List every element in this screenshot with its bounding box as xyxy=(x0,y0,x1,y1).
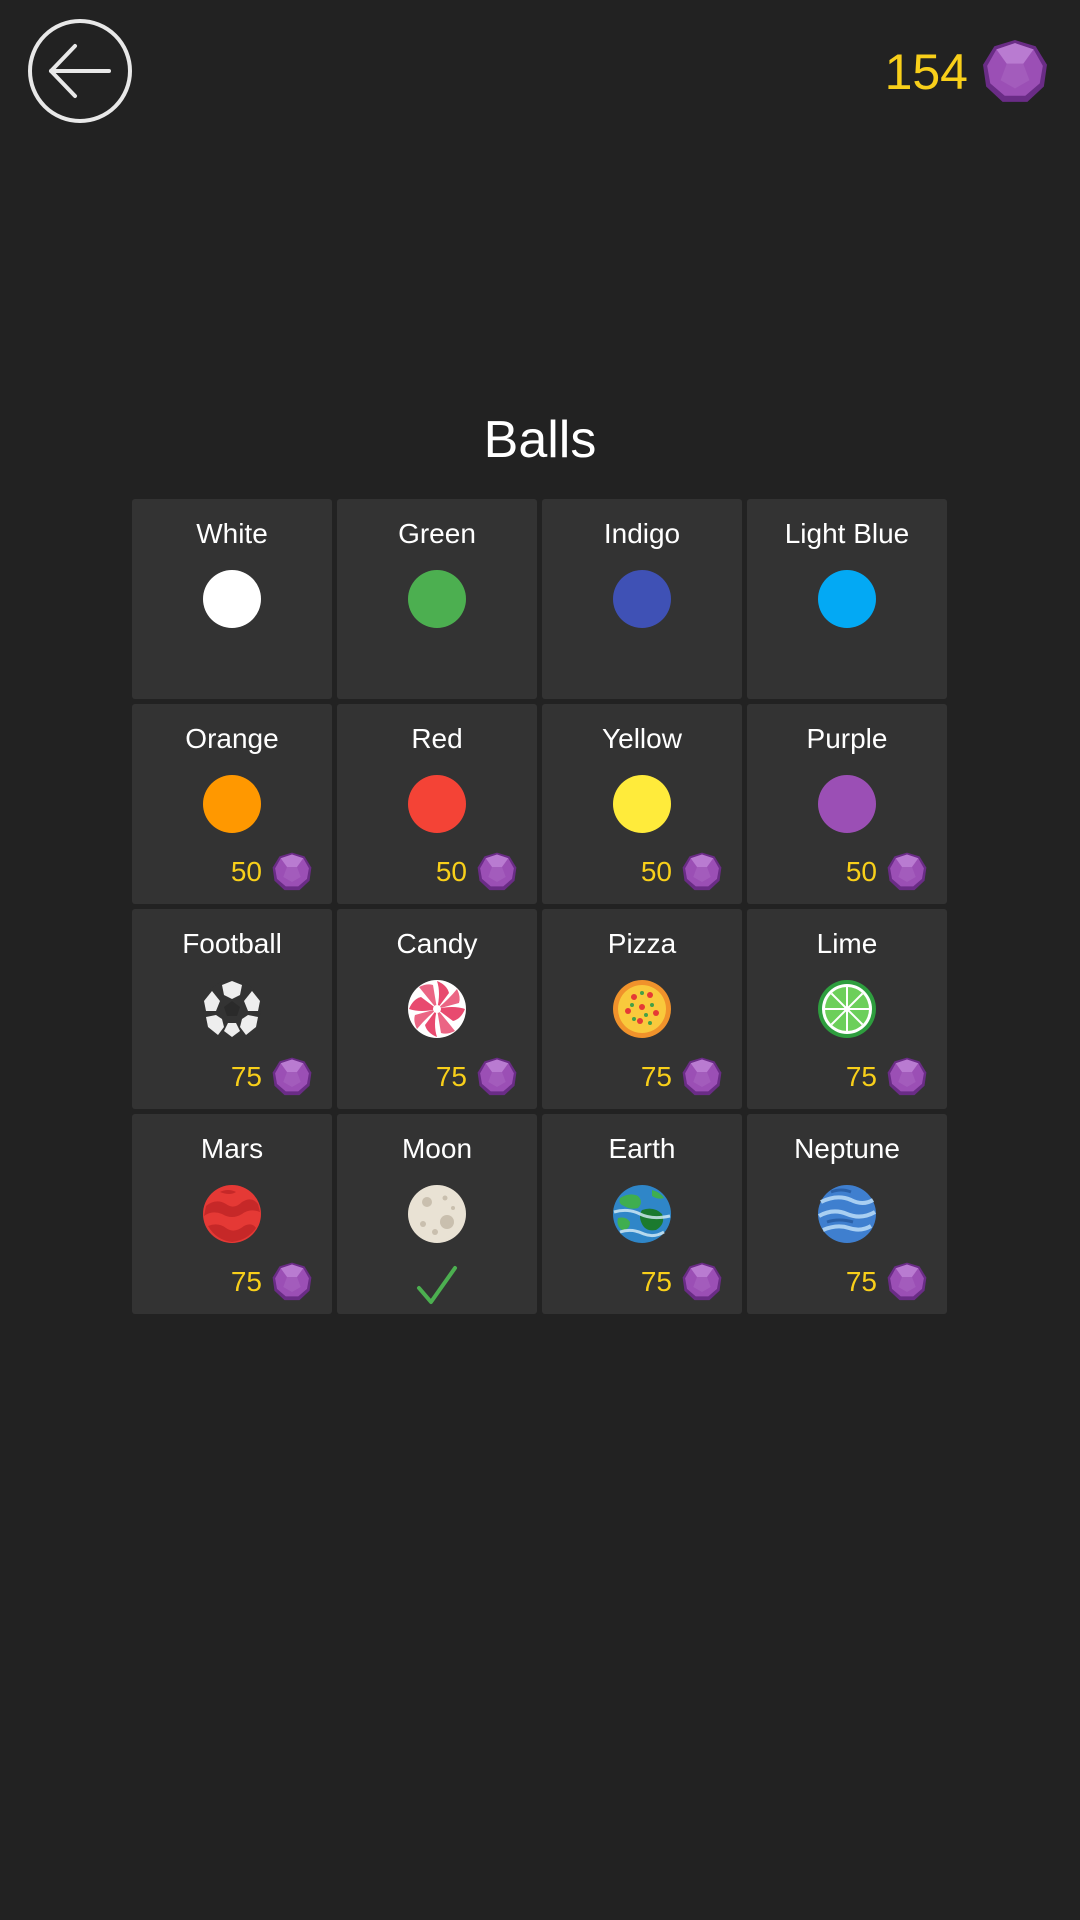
ball-tile-mars[interactable]: Mars 75 xyxy=(132,1114,332,1314)
white-ball-icon xyxy=(202,569,262,629)
gem-counter: 154 xyxy=(885,40,1048,104)
back-button[interactable] xyxy=(27,18,133,124)
neptune-icon xyxy=(817,1184,877,1244)
price-value: 50 xyxy=(435,856,467,887)
price-value: 75 xyxy=(230,1266,262,1297)
ball-name: Pizza xyxy=(607,928,677,959)
ball-name: Orange xyxy=(185,723,279,754)
gem-icon xyxy=(477,1057,517,1097)
moon-icon xyxy=(407,1184,467,1244)
ball-name: Candy xyxy=(396,928,478,959)
price-tag: 75 xyxy=(641,1261,722,1303)
ball-name: Neptune xyxy=(794,1133,900,1164)
price-tag: 50 xyxy=(846,851,927,893)
price-value: 75 xyxy=(640,1266,672,1297)
ball-tile-pizza[interactable]: Pizza 75 xyxy=(542,909,742,1109)
price-tag: 50 xyxy=(641,851,722,893)
price-tag: 50 xyxy=(231,851,312,893)
price-value: 50 xyxy=(845,856,877,887)
lime-icon xyxy=(817,979,877,1039)
ball-tile-moon[interactable]: Moon xyxy=(337,1114,537,1314)
ball-name: Light Blue xyxy=(784,518,910,549)
ball-tile-lime[interactable]: Lime 75 xyxy=(747,909,947,1109)
price-tag: 50 xyxy=(436,851,517,893)
ball-tile-indigo[interactable]: Indigo xyxy=(542,499,742,699)
gem-icon xyxy=(272,1057,312,1097)
ball-name: Yellow xyxy=(602,723,682,754)
gem-icon xyxy=(272,1262,312,1302)
orange-ball-icon xyxy=(202,774,262,834)
gem-icon xyxy=(682,1262,722,1302)
price-tag: 75 xyxy=(846,1056,927,1098)
gem-icon xyxy=(887,1057,927,1097)
ball-name: Indigo xyxy=(603,518,681,549)
price-value: 75 xyxy=(230,1061,262,1092)
candy-icon xyxy=(407,979,467,1039)
gem-count: 154 xyxy=(884,44,968,100)
ball-name: Lime xyxy=(816,928,878,959)
price-value: 50 xyxy=(230,856,262,887)
ball-tile-light-blue[interactable]: Light Blue xyxy=(747,499,947,699)
indigo-ball-icon xyxy=(612,569,672,629)
gem-icon xyxy=(682,1057,722,1097)
price-value: 50 xyxy=(640,856,672,887)
ball-tile-neptune[interactable]: Neptune 75 xyxy=(747,1114,947,1314)
ball-name: Purple xyxy=(806,723,888,754)
price-value: 75 xyxy=(845,1061,877,1092)
ball-name: Football xyxy=(182,928,282,959)
ball-tile-earth[interactable]: Earth 75 xyxy=(542,1114,742,1314)
price-tag: 75 xyxy=(436,1056,517,1098)
ball-name: Mars xyxy=(200,1133,264,1164)
gem-icon xyxy=(887,1262,927,1302)
ball-grid: White Green Indigo Light Blue Orange 50 … xyxy=(132,499,948,1314)
ball-name: White xyxy=(196,518,268,549)
price-value: 75 xyxy=(845,1266,877,1297)
back-arrow-icon xyxy=(28,19,132,123)
ball-tile-red[interactable]: Red 50 xyxy=(337,704,537,904)
green-ball-icon xyxy=(407,569,467,629)
ball-tile-candy[interactable]: Candy 75 xyxy=(337,909,537,1109)
price-tag: 75 xyxy=(846,1261,927,1303)
pizza-icon xyxy=(612,979,672,1039)
ball-name: Moon xyxy=(401,1133,473,1164)
page-title: Balls xyxy=(483,411,597,469)
price-value: 75 xyxy=(435,1061,467,1092)
ball-tile-orange[interactable]: Orange 50 xyxy=(132,704,332,904)
ball-tile-white[interactable]: White xyxy=(132,499,332,699)
purple-ball-icon xyxy=(817,774,877,834)
owned-check-icon xyxy=(415,1264,459,1308)
red-ball-icon xyxy=(407,774,467,834)
ball-shop-screen: 154 Balls White Green Indigo Light Blue … xyxy=(0,0,1080,1920)
ball-name: Red xyxy=(411,723,463,754)
ball-tile-football[interactable]: Football 75 xyxy=(132,909,332,1109)
light-blue-ball-icon xyxy=(817,569,877,629)
football-icon xyxy=(202,979,262,1039)
ball-tile-purple[interactable]: Purple 50 xyxy=(747,704,947,904)
price-tag: 75 xyxy=(231,1261,312,1303)
price-value: 75 xyxy=(640,1061,672,1092)
ball-tile-green[interactable]: Green xyxy=(337,499,537,699)
mars-icon xyxy=(202,1184,262,1244)
price-tag: 75 xyxy=(231,1056,312,1098)
gem-icon xyxy=(887,852,927,892)
ball-tile-yellow[interactable]: Yellow 50 xyxy=(542,704,742,904)
earth-icon xyxy=(612,1184,672,1244)
gem-icon xyxy=(682,852,722,892)
yellow-ball-icon xyxy=(612,774,672,834)
gem-icon xyxy=(477,852,517,892)
ball-name: Earth xyxy=(608,1133,676,1164)
gem-icon xyxy=(272,852,312,892)
gem-icon xyxy=(982,39,1048,105)
ball-name: Green xyxy=(398,518,476,549)
price-tag: 75 xyxy=(641,1056,722,1098)
